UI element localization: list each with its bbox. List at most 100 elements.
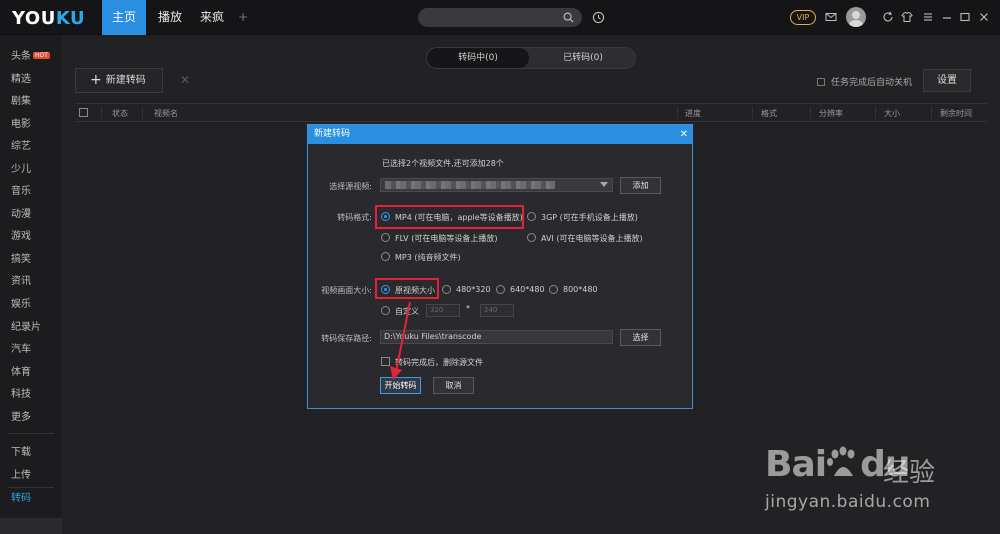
youku-logo[interactable]: YOUKU <box>12 8 85 29</box>
sidebar-item-series[interactable]: 剧集 <box>11 92 31 107</box>
tab-transcoding[interactable]: 转码中(0) <box>427 48 529 68</box>
settings-button[interactable]: 设置 <box>923 69 971 92</box>
user-avatar-icon <box>849 11 863 27</box>
sidebar-item-download[interactable]: 下载 <box>11 443 31 458</box>
sidebar: 头条 HOT 精选 剧集 电影 综艺 少儿 音乐 动漫 游戏 搞笑 资讯 娱乐 纪… <box>0 35 62 534</box>
custom-width-input[interactable]: 320 <box>426 304 460 317</box>
tab-home[interactable]: 主页 <box>102 0 146 35</box>
dialog-title: 新建转码 <box>308 125 692 144</box>
sidebar-item-headlines[interactable]: 头条 HOT <box>11 47 50 62</box>
sidebar-item-label: 头条 <box>11 51 31 62</box>
size-800x480-label[interactable]: 800*480 <box>563 285 598 294</box>
sidebar-item-kids[interactable]: 少儿 <box>11 160 31 175</box>
column-format[interactable]: 格式 <box>761 108 777 119</box>
sidebar-item-featured[interactable]: 精选 <box>11 70 31 85</box>
format-mp3-label[interactable]: MP3 (纯音频文件) <box>395 252 461 263</box>
radio-640x480[interactable] <box>496 285 505 294</box>
annotation-arrow-icon <box>390 301 411 380</box>
column-status[interactable]: 状态 <box>112 108 128 119</box>
hot-badge: HOT <box>33 52 50 59</box>
new-transcode-button[interactable]: + 新建转码 <box>75 68 163 93</box>
radio-flv[interactable] <box>381 233 390 242</box>
sidebar-item-tech[interactable]: 科技 <box>11 385 31 400</box>
search-icon[interactable] <box>563 12 574 23</box>
column-divider <box>677 107 678 119</box>
table-header: 状态 视频名 进度 格式 分辨率 大小 剩余时间 <box>75 103 987 122</box>
times-sign: * <box>466 304 470 313</box>
sidebar-item-documentary[interactable]: 纪录片 <box>11 318 41 333</box>
vip-badge[interactable]: VIP <box>790 10 816 25</box>
top-bar: YOUKU 主页 播放 来疯 + VIP <box>0 0 1000 35</box>
column-divider <box>810 107 811 119</box>
tab-laifeng[interactable]: 来疯 <box>190 0 234 35</box>
plus-icon: + <box>90 72 102 88</box>
column-divider <box>752 107 753 119</box>
minimize-icon[interactable] <box>941 11 953 23</box>
radio-avi[interactable] <box>527 233 536 242</box>
sidebar-item-music[interactable]: 音乐 <box>11 182 31 197</box>
sidebar-item-upload[interactable]: 上传 <box>11 466 31 481</box>
sidebar-item-more[interactable]: 更多 <box>11 408 31 423</box>
menu-icon[interactable] <box>922 11 934 23</box>
choose-path-button[interactable]: 选择 <box>620 329 661 346</box>
column-progress[interactable]: 进度 <box>685 108 701 119</box>
column-divider <box>875 107 876 119</box>
watermark-bai-text: Bai <box>765 444 827 485</box>
sidebar-item-funny[interactable]: 搞笑 <box>11 250 31 265</box>
radio-3gp[interactable] <box>527 212 536 221</box>
sidebar-item-variety[interactable]: 综艺 <box>11 137 31 152</box>
format-flv-label[interactable]: FLV (可在电脑等设备上播放) <box>395 233 497 244</box>
transcode-tabs: 转码中(0) 已转码(0) <box>426 47 636 69</box>
sidebar-divider <box>8 433 54 434</box>
watermark-jingyan-text: 经验 <box>883 458 936 488</box>
sidebar-item-anime[interactable]: 动漫 <box>11 205 31 220</box>
sidebar-item-auto[interactable]: 汽车 <box>11 340 31 355</box>
dialog-close-icon[interactable]: ✕ <box>680 125 688 144</box>
tab-play[interactable]: 播放 <box>148 0 192 35</box>
auto-shutdown-checkbox[interactable] <box>817 78 825 86</box>
skin-icon[interactable] <box>901 11 913 23</box>
select-all-checkbox[interactable] <box>79 108 88 117</box>
format-avi-label[interactable]: AVI (可在电脑等设备上播放) <box>541 233 643 244</box>
frame-size-label: 视频画面大小: <box>321 286 372 295</box>
refresh-icon[interactable] <box>882 11 894 23</box>
mail-icon[interactable] <box>825 11 837 23</box>
radio-mp3[interactable] <box>381 252 390 261</box>
logo-text-ku: KU <box>55 8 86 29</box>
tab-transcoded[interactable]: 已转码(0) <box>531 48 635 68</box>
highlight-mp4-box <box>375 205 524 229</box>
column-video-name[interactable]: 视频名 <box>154 108 178 119</box>
column-size[interactable]: 大小 <box>884 108 900 119</box>
sidebar-item-games[interactable]: 游戏 <box>11 227 31 242</box>
radio-800x480[interactable] <box>549 285 558 294</box>
add-button[interactable]: 添加 <box>620 177 661 194</box>
sidebar-item-entertainment[interactable]: 娱乐 <box>11 295 31 310</box>
radio-480x320[interactable] <box>442 285 451 294</box>
custom-height-input[interactable]: 240 <box>480 304 514 317</box>
maximize-icon[interactable] <box>959 11 971 23</box>
auto-shutdown-option[interactable]: 任务完成后自动关机 <box>817 75 912 88</box>
sidebar-item-transcode[interactable]: 转码 <box>11 489 31 504</box>
size-480x320-label[interactable]: 480*320 <box>456 285 491 294</box>
delete-task-icon[interactable]: ✕ <box>180 73 190 87</box>
column-remaining-time[interactable]: 剩余时间 <box>940 108 972 119</box>
size-640x480-label[interactable]: 640*480 <box>510 285 545 294</box>
history-icon[interactable] <box>592 11 605 24</box>
sidebar-divider <box>8 487 54 488</box>
watermark-url: jingyan.baidu.com <box>765 492 931 512</box>
baidu-jingyan-watermark: Bai du 经验 jingyan.baidu.com <box>765 430 995 530</box>
source-video-select[interactable] <box>380 178 613 192</box>
highlight-original-size-box <box>375 278 439 299</box>
close-icon[interactable] <box>978 11 990 23</box>
chevron-down-icon <box>600 182 608 187</box>
avatar[interactable] <box>846 7 866 27</box>
youku-window: YOUKU 主页 播放 来疯 + VIP 头条 HOT 精选 剧集 电影 综艺 … <box>0 0 1000 534</box>
sidebar-item-sports[interactable]: 体育 <box>11 363 31 378</box>
sidebar-item-movies[interactable]: 电影 <box>11 115 31 130</box>
sidebar-item-news[interactable]: 资讯 <box>11 272 31 287</box>
format-3gp-label[interactable]: 3GP (可在手机设备上播放) <box>541 212 638 223</box>
add-tab-button[interactable]: + <box>238 0 248 35</box>
search-input[interactable] <box>418 8 582 27</box>
cancel-button[interactable]: 取消 <box>433 377 474 394</box>
column-resolution[interactable]: 分辨率 <box>819 108 843 119</box>
